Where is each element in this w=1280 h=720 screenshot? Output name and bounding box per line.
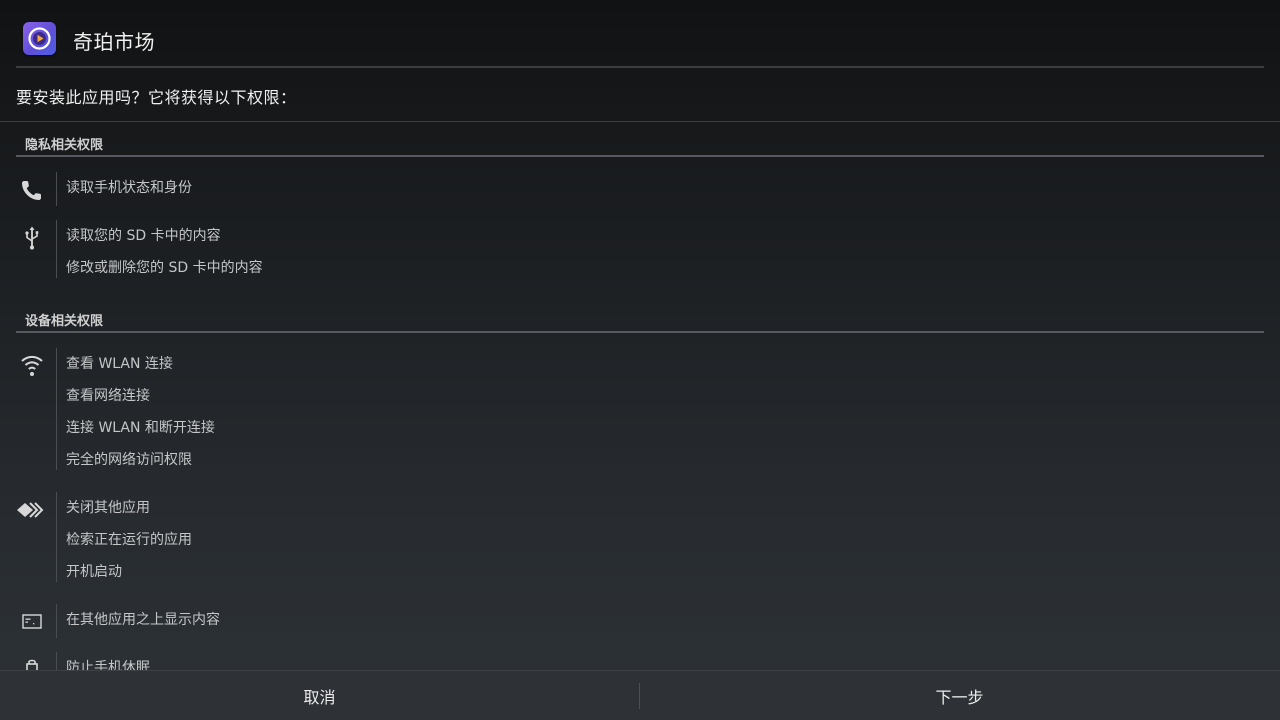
button-bar: 取消 下一步 bbox=[0, 670, 1280, 720]
permission-item: 查看网络连接 bbox=[66, 388, 150, 404]
section-header-privacy: 隐私相关权限 bbox=[25, 138, 104, 153]
group-divider bbox=[56, 604, 57, 638]
cancel-button[interactable]: 取消 bbox=[0, 671, 639, 720]
group-divider bbox=[56, 220, 57, 278]
wifi-icon bbox=[17, 351, 47, 381]
permission-item: 完全的网络访问权限 bbox=[66, 452, 192, 468]
permission-item: 在其他应用之上显示内容 bbox=[66, 612, 220, 628]
usb-icon bbox=[17, 223, 47, 253]
section-header-device: 设备相关权限 bbox=[25, 314, 104, 329]
phone-icon bbox=[17, 175, 47, 205]
group-divider bbox=[56, 348, 57, 470]
permission-item: 修改或删除您的 SD 卡中的内容 bbox=[66, 260, 263, 276]
permission-item: 检索正在运行的应用 bbox=[66, 532, 192, 548]
section-divider bbox=[16, 331, 1264, 333]
lock-icon bbox=[17, 655, 47, 670]
group-divider bbox=[56, 652, 57, 670]
permission-item: 读取您的 SD 卡中的内容 bbox=[66, 228, 221, 244]
permission-list[interactable]: 隐私相关权限 读取手机状态和身份 读取您的 SD 卡中的内容 修改或删除您的 S… bbox=[0, 122, 1280, 670]
permission-item: 开机启动 bbox=[66, 564, 122, 580]
overlay-icon bbox=[17, 607, 47, 637]
permission-item: 读取手机状态和身份 bbox=[66, 180, 192, 196]
section-divider bbox=[16, 155, 1264, 157]
group-divider bbox=[56, 492, 57, 582]
next-button[interactable]: 下一步 bbox=[640, 671, 1279, 720]
permission-item: 连接 WLAN 和断开连接 bbox=[66, 420, 215, 436]
permission-item: 查看 WLAN 连接 bbox=[66, 356, 173, 372]
header-divider bbox=[16, 66, 1264, 68]
app-name: 奇珀市场 bbox=[73, 30, 155, 54]
app-header: 奇珀市场 bbox=[0, 0, 1280, 66]
install-prompt: 要安装此应用吗？它将获得以下权限： bbox=[16, 88, 297, 107]
permission-item: 防止手机休眠 bbox=[66, 660, 150, 670]
apps-icon bbox=[17, 495, 47, 525]
app-play-icon bbox=[23, 22, 56, 55]
permission-item: 关闭其他应用 bbox=[66, 500, 150, 516]
group-divider bbox=[56, 172, 57, 206]
